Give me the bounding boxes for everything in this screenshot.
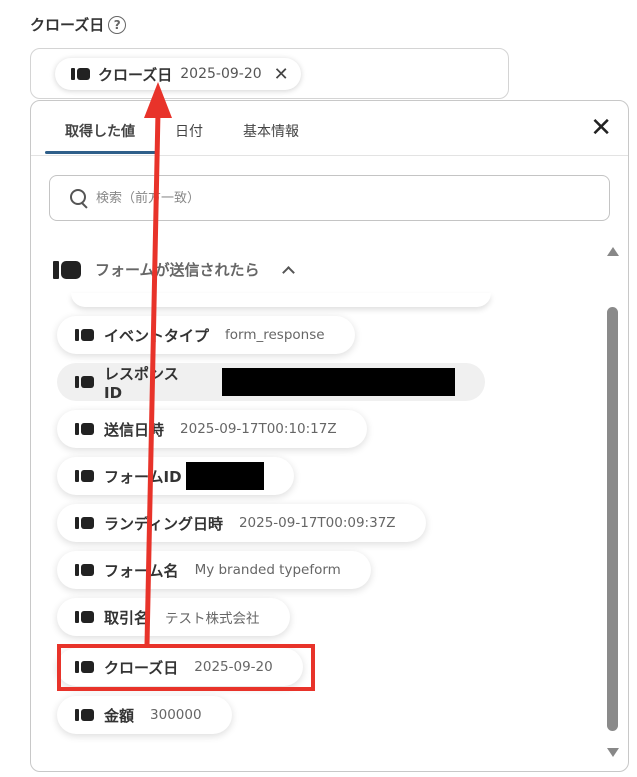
list-item[interactable]: レスポンスID (57, 363, 485, 402)
typeform-icon (75, 376, 94, 388)
list-item[interactable]: フォーム名 My branded typeform (57, 551, 371, 589)
typeform-icon (75, 611, 94, 623)
item-value: 2025-09-17T00:09:37Z (238, 515, 396, 531)
close-date-field[interactable]: クローズ日 2025-09-20 ✕ (30, 48, 509, 99)
typeform-icon (71, 68, 90, 80)
item-name: 送信日時 (104, 420, 165, 439)
selected-value-chip[interactable]: クローズ日 2025-09-20 ✕ (55, 58, 301, 90)
remove-chip-icon[interactable]: ✕ (274, 64, 289, 85)
typeform-icon (75, 564, 94, 576)
typeform-icon (75, 329, 94, 341)
list-item[interactable]: イベントタイプ form_response (57, 316, 355, 354)
item-value: 300000 (150, 707, 202, 723)
item-value: テスト株式会社 (165, 611, 260, 627)
scroll-up-icon[interactable] (607, 247, 619, 256)
item-name: 金額 (104, 706, 135, 725)
typeform-icon (75, 423, 94, 435)
typeform-icon (75, 470, 94, 482)
value-picker-panel: 取得した値 日付 基本情報 ✕ フォームが送信されたら イベントタイプ form… (30, 100, 629, 772)
item-value: My branded typeform (194, 562, 341, 578)
item-name: レスポンスID (104, 364, 179, 402)
redacted-value (185, 462, 264, 490)
chip-name: クローズ日 (98, 65, 173, 84)
redacted-value (222, 368, 455, 396)
item-value: 2025-09-17T00:10:17Z (180, 421, 337, 437)
chip-value: 2025-09-20 (180, 66, 262, 82)
typeform-icon (75, 709, 94, 721)
list-item[interactable]: 送信日時 2025-09-17T00:10:17Z (57, 410, 367, 448)
list-item[interactable]: フォームID (57, 457, 294, 495)
item-name: フォームID (104, 467, 182, 486)
scrollbar[interactable] (605, 247, 619, 757)
scroll-down-icon[interactable] (607, 748, 619, 757)
scrollbar-thumb[interactable] (607, 307, 618, 731)
field-label: クローズ日 ? (30, 14, 127, 35)
list-item[interactable]: ランディング日時 2025-09-17T00:09:37Z (57, 504, 426, 542)
item-name: ランディング日時 (104, 514, 223, 533)
typeform-icon (75, 517, 94, 529)
annotation-highlight-box (57, 644, 315, 691)
list-item[interactable]: 金額 300000 (57, 696, 232, 734)
help-icon[interactable]: ? (108, 15, 127, 34)
item-name: 取引名 (104, 608, 150, 627)
item-value: form_response (225, 327, 325, 343)
item-name: イベントタイプ (104, 326, 210, 345)
item-name: フォーム名 (104, 561, 179, 580)
field-label-text: クローズ日 (30, 16, 105, 34)
list-item[interactable]: 取引名 テスト株式会社 (57, 598, 290, 636)
